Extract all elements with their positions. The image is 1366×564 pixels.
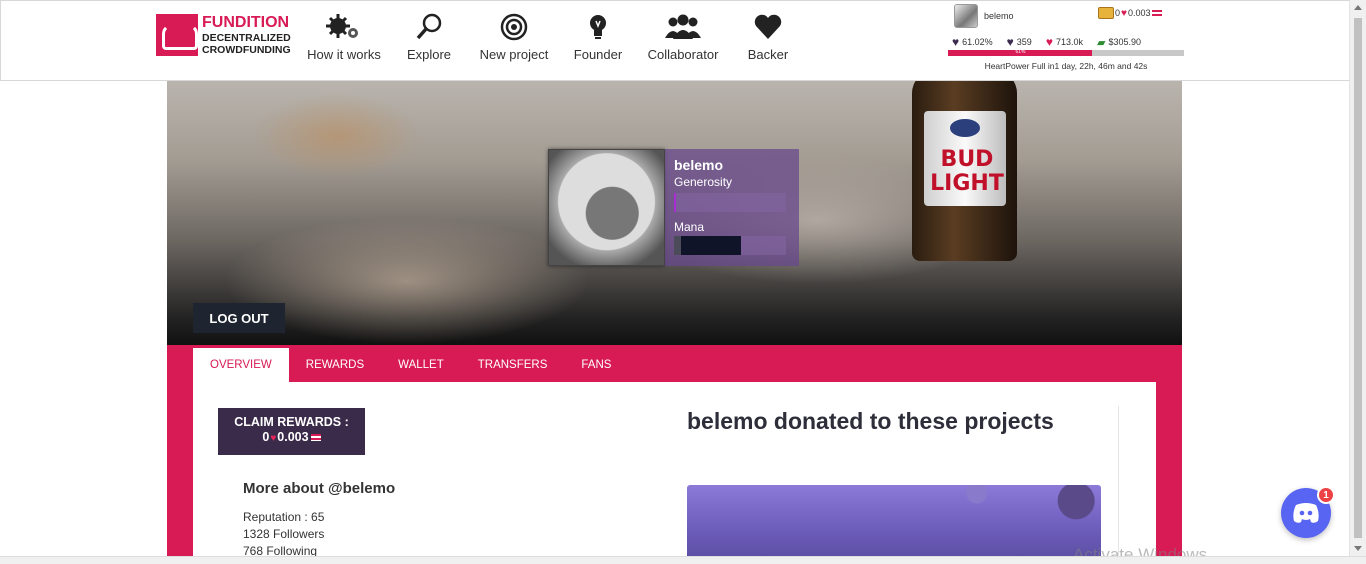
logo-title: FUNDITION [202, 13, 290, 31]
overview-panel: CLAIM REWARDS : 0♥0.003 More about @bele… [193, 382, 1156, 564]
profile-tabs: OVERVIEW REWARDS WALLET TRANSFERS FANS [193, 348, 628, 382]
reputation-text: Reputation : 65 [243, 510, 325, 524]
logo-subtitle-2: CROWDFUNDING [202, 44, 291, 56]
profile-info: belemo Generosity Mana [665, 149, 799, 266]
nav-explore-label: Explore [406, 47, 452, 62]
red-heart-icon: ♥ [1045, 35, 1053, 49]
heart-icon: ♥ [1121, 7, 1127, 19]
heartpower-text: HeartPower Full in1 day, 22h, 46m and 42… [984, 61, 1148, 71]
heart-icon [753, 11, 783, 43]
treasure-chest-icon [1098, 7, 1114, 19]
stats-row: ♥ 61.02% ♥ 359 ♥ 713.0k ▰ $305.90 [952, 35, 1188, 49]
logo-text: FUNDITION DECENTRALIZED CROWDFUNDING [202, 13, 291, 56]
flag-icon [1152, 9, 1163, 17]
more-about-title: More about @belemo [243, 480, 396, 497]
stat-hearts: ♥ 713.0k [1046, 35, 1083, 49]
vertical-scrollbar[interactable] [1349, 0, 1366, 556]
profile-content: OVERVIEW REWARDS WALLET TRANSFERS FANS C… [167, 345, 1182, 564]
account-user[interactable]: belemo [954, 4, 1014, 28]
discord-icon [1293, 503, 1319, 523]
scrollbar-thumb[interactable] [1354, 18, 1362, 538]
claim-rewards-label: CLAIM REWARDS : [234, 415, 349, 429]
heartpower-bar-label: 61% [1015, 49, 1026, 55]
tab-transfers[interactable]: TRANSFERS [461, 348, 565, 382]
dark-heart-icon: ♥ [952, 35, 960, 49]
nav-new-project[interactable]: New project [471, 11, 557, 62]
notification-badge: 1 [1317, 486, 1335, 504]
nav-collaborator[interactable]: Collaborator [639, 11, 727, 62]
money-icon: ▰ [1096, 36, 1106, 49]
mini-avatar [954, 4, 978, 28]
dark-heart-icon: ♥ [1006, 35, 1014, 49]
mana-bar-fill [674, 236, 742, 255]
claim-amount-2: 0.003 [277, 430, 309, 444]
claim-amount-1: 0 [262, 430, 270, 444]
generosity-bar-fill [674, 193, 677, 212]
main-nav: How it works Explore New project Founder [301, 11, 809, 62]
tab-rewards[interactable]: REWARDS [289, 348, 381, 382]
tab-wallet[interactable]: WALLET [381, 348, 461, 382]
logout-button[interactable]: LOG OUT [193, 303, 285, 333]
handshake-logo-icon [156, 14, 198, 56]
page: FUNDITION DECENTRALIZED CROWDFUNDING How… [0, 0, 1366, 564]
nav-how-it-works-label: How it works [307, 47, 381, 62]
flag-icon [310, 434, 321, 441]
profile-name: belemo [674, 157, 724, 173]
profile-card: belemo Generosity Mana [548, 149, 799, 266]
logo-subtitle-1: DECENTRALIZED [202, 31, 291, 44]
stat-voting-power-value: 61.02% [962, 37, 993, 47]
tab-overview[interactable]: OVERVIEW [193, 348, 289, 382]
account-stats: belemo 0 ♥ 0.003 ♥ 61.02% ♥ 359 ♥ 713.0k… [948, 1, 1188, 76]
stat-money: ▰ $305.90 [1097, 36, 1141, 49]
heartpower-bar: 61% [948, 49, 1184, 56]
fundition-logo[interactable]: FUNDITION DECENTRALIZED CROWDFUNDING [156, 14, 291, 56]
banner-bottle-image: BUD LIGHT [912, 81, 1017, 261]
generosity-bar [674, 193, 786, 212]
wallet-value: 0.003 [1127, 8, 1151, 18]
generosity-label: Generosity [674, 175, 733, 189]
profile-banner: BUD LIGHT belemo Generosity Mana LOG OUT [167, 81, 1182, 345]
donated-projects-title: belemo donated to these projects [687, 408, 1054, 434]
nav-new-project-label: New project [479, 47, 549, 62]
nav-founder-label: Founder [573, 47, 623, 62]
stat-voting-power: ♥ 61.02% [952, 35, 993, 49]
nav-how-it-works[interactable]: How it works [301, 11, 387, 62]
scroll-up-arrow-icon[interactable] [1354, 5, 1362, 10]
wallet-prefix: 0 [1115, 8, 1121, 18]
stat-hearts-value: 713.0k [1055, 37, 1083, 47]
people-icon [664, 11, 702, 43]
tab-fans[interactable]: FANS [564, 348, 628, 382]
avatar[interactable] [548, 149, 665, 266]
wallet-balance[interactable]: 0 ♥ 0.003 [1098, 7, 1163, 19]
divider [1118, 406, 1119, 556]
nav-backer[interactable]: Backer [727, 11, 809, 62]
nav-backer-label: Backer [747, 47, 789, 62]
gears-icon [324, 11, 364, 43]
nav-explore[interactable]: Explore [387, 11, 471, 62]
stat-reputation: ♥ 359 [1007, 35, 1032, 49]
magnifier-icon [414, 11, 444, 43]
nav-founder[interactable]: Founder [557, 11, 639, 62]
claim-rewards-amounts: 0♥0.003 [218, 430, 365, 446]
stat-money-value: $305.90 [1108, 37, 1141, 47]
target-icon [499, 11, 529, 43]
discord-chat-button[interactable]: 1 [1281, 486, 1335, 538]
project-thumbnail[interactable] [687, 485, 1101, 564]
horizontal-scrollbar[interactable] [0, 556, 1366, 564]
followers-link[interactable]: 1328 Followers [243, 527, 324, 541]
top-header: FUNDITION DECENTRALIZED CROWDFUNDING How… [0, 0, 1350, 81]
claim-rewards-button[interactable]: CLAIM REWARDS : 0♥0.003 [218, 408, 365, 455]
mana-label: Mana [674, 220, 705, 234]
heart-icon: ♥ [270, 433, 277, 444]
account-username: belemo [984, 11, 1014, 21]
mana-bar [674, 236, 786, 255]
nav-collaborator-label: Collaborator [647, 47, 719, 62]
scroll-down-arrow-icon[interactable] [1354, 546, 1362, 551]
stat-reputation-value: 359 [1016, 37, 1032, 47]
lightbulb-icon [586, 11, 610, 43]
